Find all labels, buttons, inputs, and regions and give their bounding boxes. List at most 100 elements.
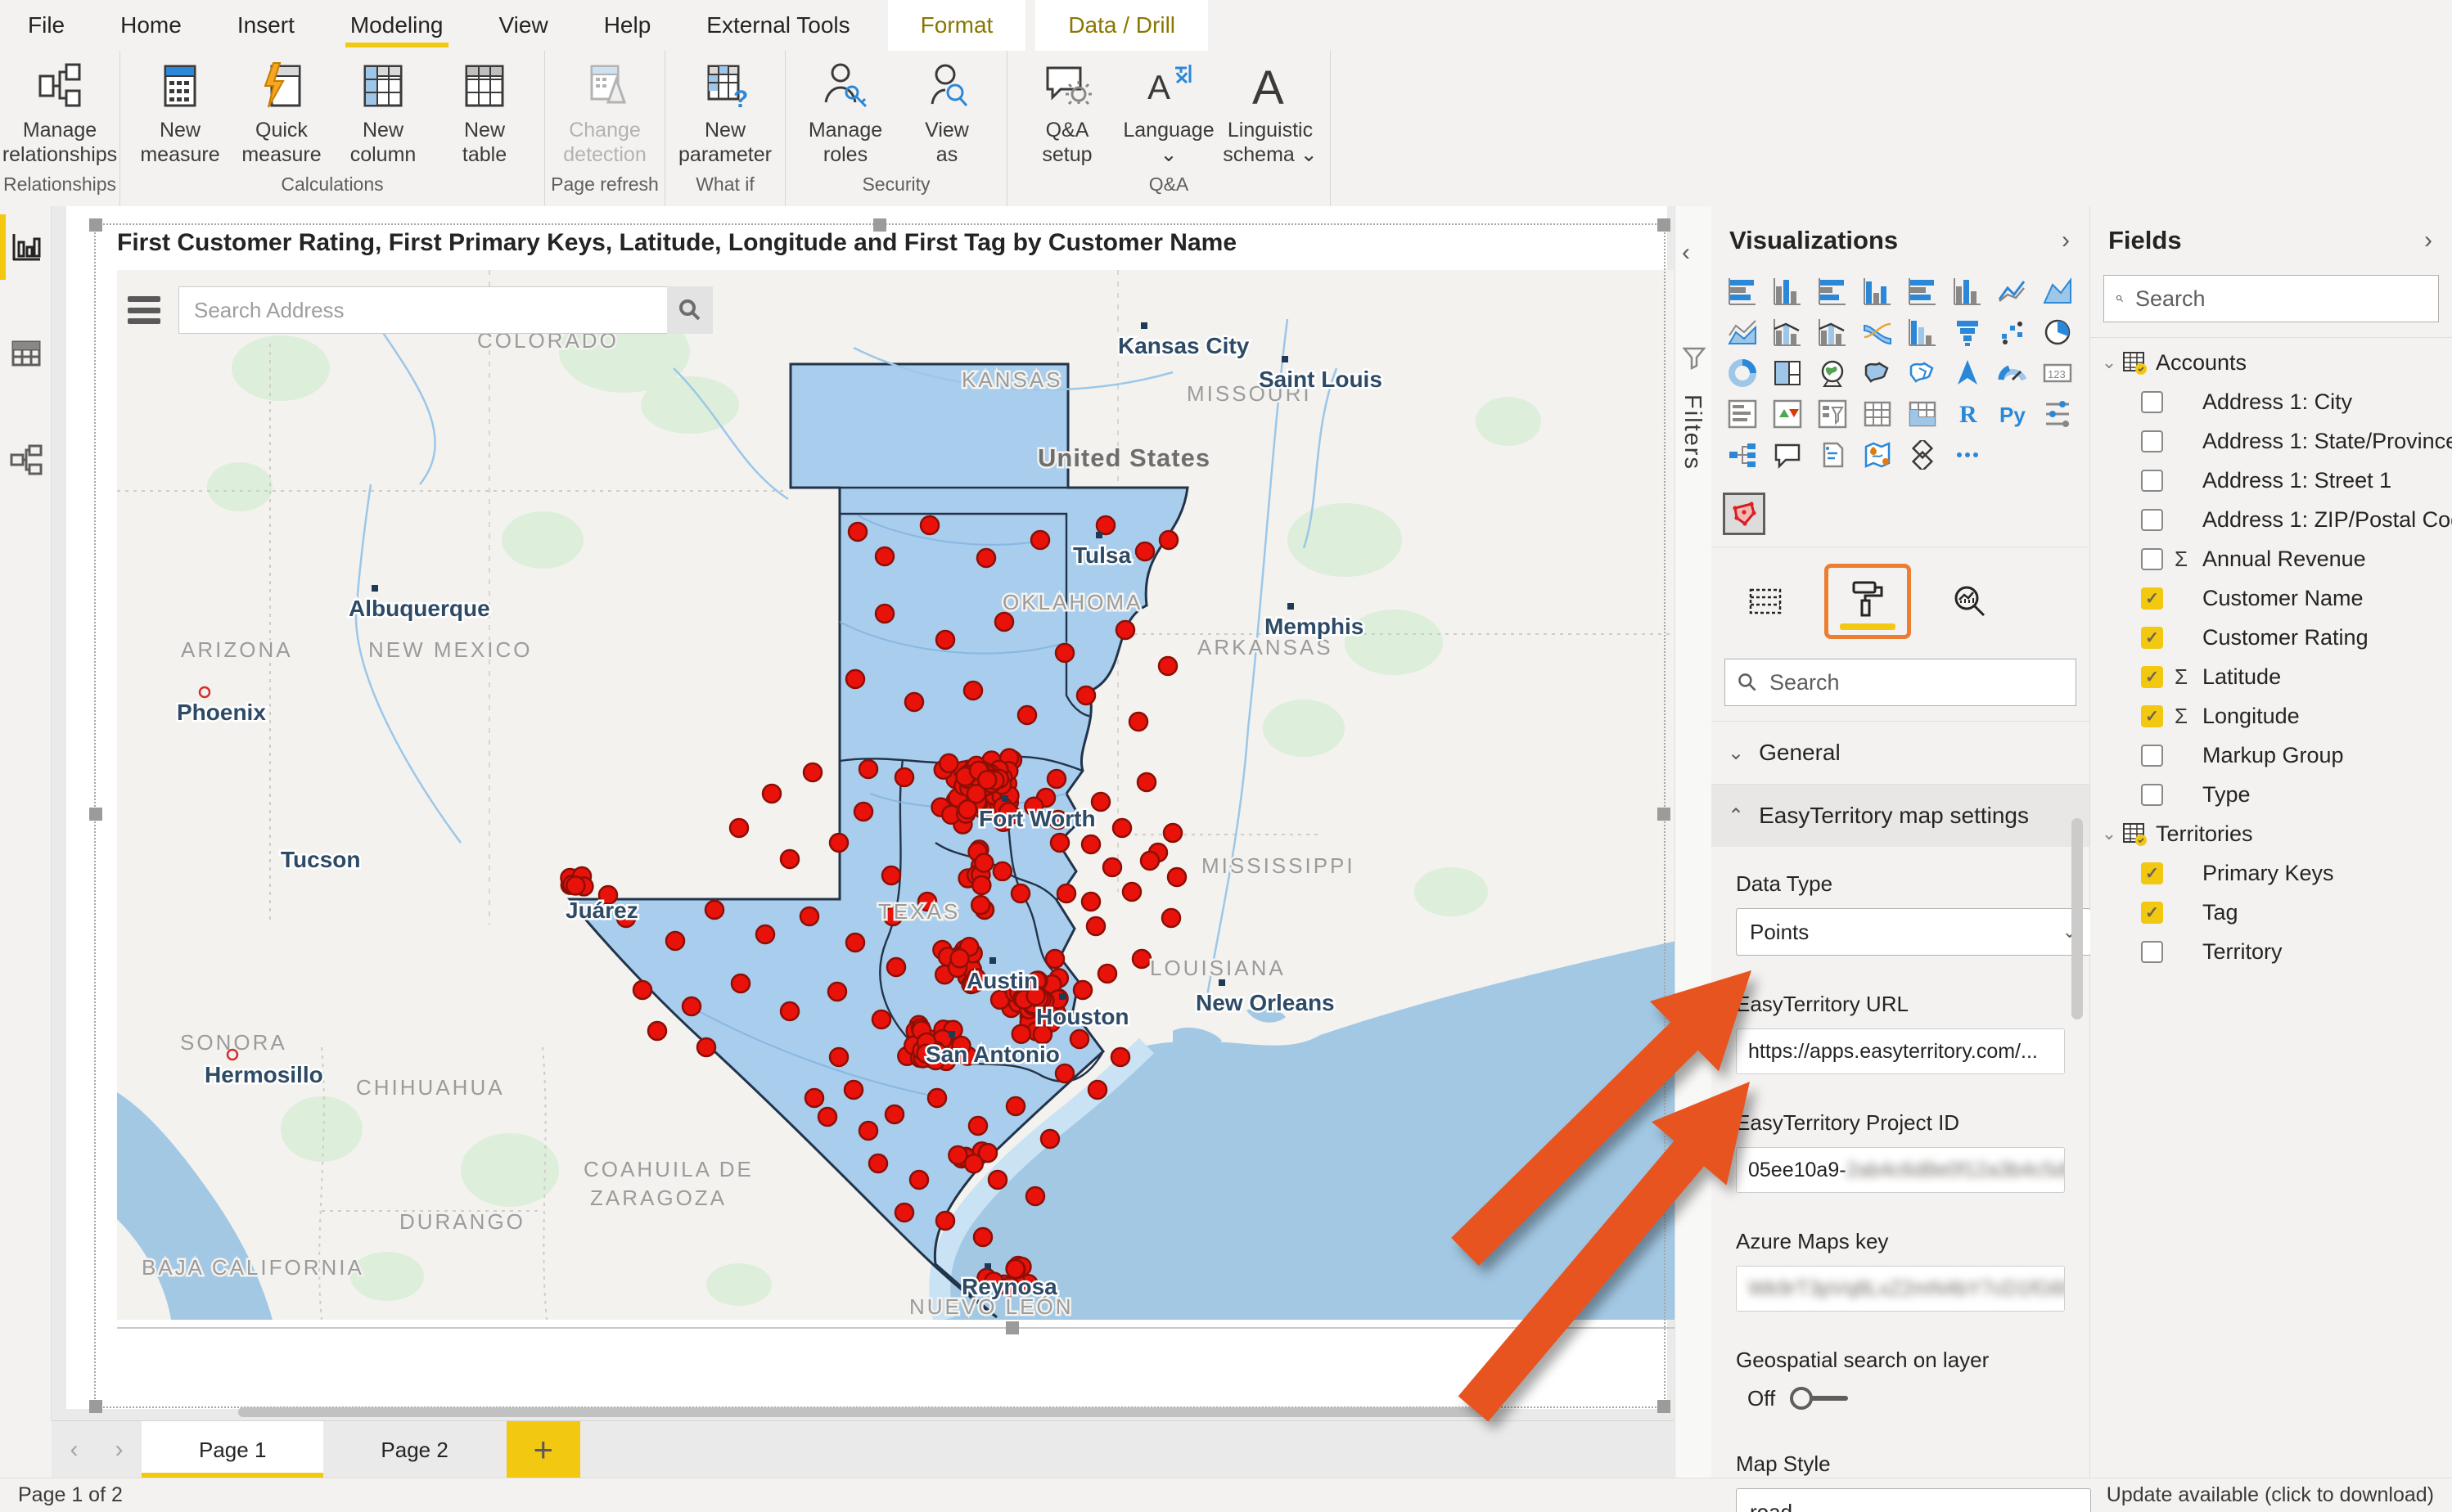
visual-type-clustered-column-icon[interactable] xyxy=(1861,275,1894,308)
ribbon-tab-help[interactable]: Help xyxy=(576,0,679,51)
visual-type-r-script-icon[interactable]: R xyxy=(1951,398,1984,430)
new-measure-button[interactable]: New measure xyxy=(132,59,228,167)
visual-type-line-stacked-column-icon[interactable] xyxy=(1771,316,1804,349)
visual-type-slicer-icon[interactable] xyxy=(1816,398,1849,430)
ribbon-tab-file[interactable]: File xyxy=(0,0,92,51)
visual-type-azure-map-icon[interactable] xyxy=(1951,357,1984,389)
visual-type-decomposition-tree-icon[interactable] xyxy=(1726,439,1759,471)
checked-checkbox[interactable]: ✓ xyxy=(2141,902,2163,924)
visual-type-multi-row-card-icon[interactable] xyxy=(1726,398,1759,430)
manage-relationships-button[interactable]: Manage relationships xyxy=(11,59,108,167)
visual-type-power-apps-icon[interactable] xyxy=(1906,439,1939,471)
ribbon-tab-insert[interactable]: Insert xyxy=(210,0,322,51)
unchecked-checkbox[interactable] xyxy=(2141,391,2163,413)
checked-checkbox[interactable]: ✓ xyxy=(2141,862,2163,884)
visual-type-treemap-icon[interactable] xyxy=(1771,357,1804,389)
language-button[interactable]: ALanguage ⌄ xyxy=(1120,59,1217,167)
visual-type-gauge-icon[interactable] xyxy=(1996,357,2029,389)
checked-checkbox[interactable]: ✓ xyxy=(2141,666,2163,688)
format-search-input[interactable] xyxy=(1768,669,2064,696)
visual-type-pie-icon[interactable] xyxy=(2041,316,2074,349)
report-view-icon[interactable] xyxy=(8,229,44,265)
visual-type-table-icon[interactable] xyxy=(1861,398,1894,430)
tab-fields[interactable] xyxy=(1744,578,1787,625)
project-id-input[interactable]: 05ee10a9-2ab4c6d8e0f12a3b4c5d6e xyxy=(1736,1147,2065,1193)
quick-measure-button[interactable]: Quick measure xyxy=(233,59,330,167)
field-tag[interactable]: ✓Tag xyxy=(2090,893,2452,932)
field-territory[interactable]: Territory xyxy=(2090,932,2452,971)
chevron-down-icon[interactable]: ⌄ xyxy=(2095,352,2123,373)
report-page[interactable]: First Customer Rating, First Primary Key… xyxy=(66,206,1667,1409)
geospatial-toggle-off[interactable] xyxy=(1788,1384,1850,1412)
new-column-button[interactable]: New column xyxy=(335,59,431,167)
visual-type-clustered-bar-icon[interactable] xyxy=(1816,275,1849,308)
visual-type-area-icon[interactable] xyxy=(2041,275,2074,308)
new-parameter-button[interactable]: ?New parameter xyxy=(677,59,773,167)
visual-type-line-clustered-column-icon[interactable] xyxy=(1816,316,1849,349)
field-address-1-street-1[interactable]: Address 1: Street 1 xyxy=(2090,461,2452,500)
visual-type-scatter-icon[interactable] xyxy=(1996,316,2029,349)
field-customer-name[interactable]: ✓Customer Name xyxy=(2090,578,2452,618)
visual-type-stacked-area-icon[interactable] xyxy=(1726,316,1759,349)
visual-type-arcgis-map-icon[interactable] xyxy=(1861,439,1894,471)
unchecked-checkbox[interactable] xyxy=(2141,745,2163,767)
field-primary-keys[interactable]: ✓Primary Keys xyxy=(2090,853,2452,893)
qa-setup-button[interactable]: Q&A setup xyxy=(1019,59,1116,167)
easyterritory-url-input[interactable]: https://apps.easyterritory.com/... xyxy=(1736,1028,2065,1074)
chevron-down-icon[interactable]: ⌄ xyxy=(2095,823,2123,844)
page-nav-back-icon[interactable]: ‹ xyxy=(52,1421,97,1478)
view-as-button[interactable]: View as xyxy=(899,59,995,167)
easyterritory-map-visual[interactable]: COLORADOKANSASMISSOURIOKLAHOMAARKANSASAR… xyxy=(117,270,1676,1320)
checked-checkbox[interactable]: ✓ xyxy=(2141,705,2163,727)
map-style-dropdown[interactable]: road⌄ xyxy=(1736,1488,2091,1512)
new-page-button[interactable]: + xyxy=(507,1421,580,1478)
ribbon-tab-modeling[interactable]: Modeling xyxy=(322,0,471,51)
visual-type-get-more-visuals-icon[interactable] xyxy=(1951,439,1984,471)
selected-visual-easyterritory[interactable] xyxy=(1723,493,1765,535)
data-view-icon[interactable] xyxy=(8,335,44,371)
checked-checkbox[interactable]: ✓ xyxy=(2141,587,2163,610)
unchecked-checkbox[interactable] xyxy=(2141,784,2163,806)
visual-type-filled-map-icon[interactable] xyxy=(1861,357,1894,389)
field-longitude[interactable]: ✓ΣLongitude xyxy=(2090,696,2452,736)
visual-type-100-stacked-bar-icon[interactable] xyxy=(1906,275,1939,308)
tab-analytics[interactable] xyxy=(1949,578,1991,625)
unchecked-checkbox[interactable] xyxy=(2141,941,2163,963)
checked-checkbox[interactable]: ✓ xyxy=(2141,627,2163,649)
map-menu-icon[interactable] xyxy=(128,296,160,324)
visual-type-kpi-icon[interactable] xyxy=(1771,398,1804,430)
collapse-visualizations-icon[interactable]: › xyxy=(2062,227,2070,254)
visual-type-map-icon[interactable] xyxy=(1816,357,1849,389)
unchecked-checkbox[interactable] xyxy=(2141,548,2163,570)
visual-type-100-stacked-column-icon[interactable] xyxy=(1951,275,1984,308)
azure-maps-key-input[interactable]: Wk9rT3pVq8LxZ2mN4bY7cD1fG6hJ xyxy=(1736,1266,2065,1312)
page-nav-forward-icon[interactable]: › xyxy=(97,1421,142,1478)
tab-format[interactable] xyxy=(1846,576,1889,623)
expand-filters-icon[interactable]: ‹ xyxy=(1682,239,1690,267)
field-address-1-zip-postal-code[interactable]: Address 1: ZIP/Postal Code xyxy=(2090,500,2452,539)
format-pane-scrollbar[interactable] xyxy=(2071,818,2083,1019)
visual-type-matrix-icon[interactable] xyxy=(1906,398,1939,430)
field-latitude[interactable]: ✓ΣLatitude xyxy=(2090,657,2452,696)
ribbon-tab-home[interactable]: Home xyxy=(92,0,210,51)
ribbon-tab-data-drill[interactable]: Data / Drill xyxy=(1035,0,1208,51)
unchecked-checkbox[interactable] xyxy=(2141,430,2163,452)
ribbon-tab-view[interactable]: View xyxy=(471,0,576,51)
visual-type-line-icon[interactable] xyxy=(1996,275,2029,308)
visual-type-python-icon[interactable]: Py xyxy=(1996,398,2029,430)
data-type-dropdown[interactable]: Points⌄ xyxy=(1736,908,2091,956)
field-address-1-state-province[interactable]: Address 1: State/Province xyxy=(2090,421,2452,461)
visual-type-stacked-bar-icon[interactable] xyxy=(1726,275,1759,308)
ribbon-tab-format[interactable]: Format xyxy=(888,0,1026,51)
field-markup-group[interactable]: Markup Group xyxy=(2090,736,2452,775)
field-address-1-city[interactable]: Address 1: City xyxy=(2090,382,2452,421)
visual-type-metrics-icon[interactable] xyxy=(2041,398,2074,430)
field-annual-revenue[interactable]: ΣAnnual Revenue xyxy=(2090,539,2452,578)
collapse-fields-icon[interactable]: › xyxy=(2424,227,2432,254)
visual-type-smart-narrative-icon[interactable] xyxy=(1816,439,1849,471)
visual-type-card-icon[interactable]: 123 xyxy=(2041,357,2074,389)
linguistic-schema-button[interactable]: ALinguistic schema ⌄ xyxy=(1222,59,1318,167)
fields-search-input[interactable] xyxy=(2134,286,2427,313)
unchecked-checkbox[interactable] xyxy=(2141,509,2163,531)
field-customer-rating[interactable]: ✓Customer Rating xyxy=(2090,618,2452,657)
